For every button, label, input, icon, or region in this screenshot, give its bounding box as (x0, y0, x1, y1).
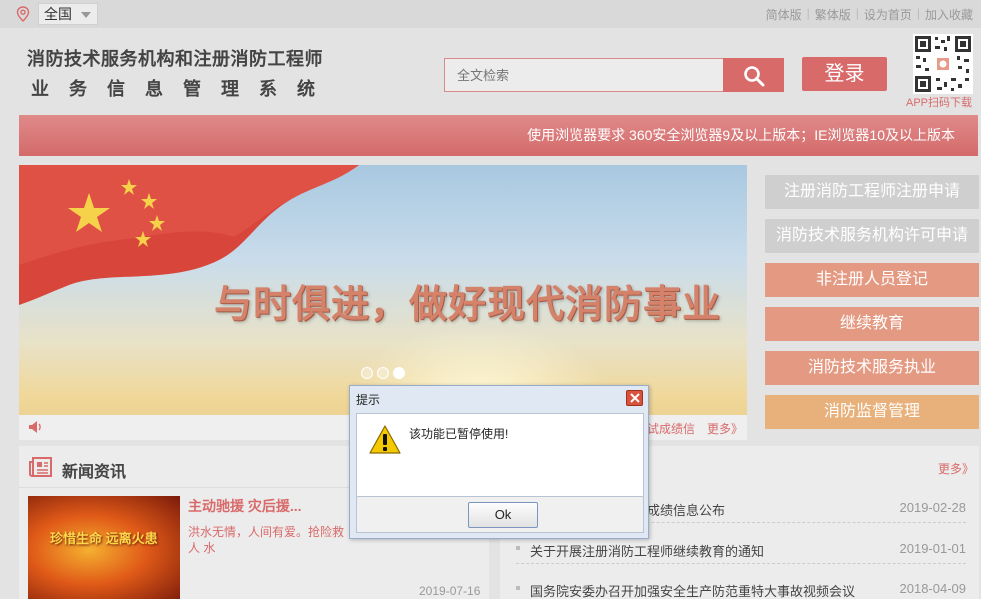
nonregistered-registration-button[interactable]: 非注册人员登记 (765, 263, 979, 297)
carousel-dot[interactable] (377, 367, 389, 379)
region-select-value: 全国 (44, 6, 72, 22)
warning-icon (369, 425, 401, 454)
speaker-icon (29, 421, 41, 433)
news-date: 2019-07-16 (419, 584, 481, 598)
carousel-dots (361, 367, 405, 379)
chevron-down-icon (81, 12, 91, 18)
bullet-icon (516, 586, 520, 590)
announcement-date: 2018-04-09 (899, 581, 967, 596)
ok-button[interactable]: Ok (468, 502, 538, 528)
agency-license-button[interactable]: 消防技术服务机构许可申请 (765, 219, 979, 253)
browser-notice: 使用浏览器要求 360安全浏览器9及以上版本；IE浏览器10及以上版本 (19, 115, 978, 156)
news-thumbnail[interactable]: 珍惜生命 远离火患 (28, 496, 180, 599)
login-button[interactable]: 登录 (802, 57, 887, 91)
search-button[interactable] (723, 58, 784, 92)
service-practice-button[interactable]: 消防技术服务执业 (765, 351, 979, 385)
divider: | (806, 6, 810, 20)
set-homepage-link[interactable]: 设为首页 (864, 6, 912, 23)
bullet-icon (516, 546, 520, 550)
search-icon (744, 66, 765, 87)
carousel-dot-active[interactable] (393, 367, 405, 379)
ticker-more-link[interactable]: 更多》 (707, 420, 743, 437)
region-select[interactable]: 全国 (38, 3, 98, 25)
divider: | (855, 6, 859, 20)
announcement-title[interactable]: 国务院安委办召开加强安全生产防范重特大事故视频会议 (530, 581, 855, 599)
search-input[interactable] (444, 58, 724, 92)
site-title-line1: 消防技术服务机构和注册消防工程师 (27, 49, 323, 69)
site-title-line2: 业务信息管理系统 (31, 79, 335, 99)
announcement-title[interactable]: 关于开展注册消防工程师继续教育的通知 (530, 541, 764, 560)
carousel-dot[interactable] (361, 367, 373, 379)
announcement-date: 2019-01-01 (899, 541, 967, 556)
engineer-registration-button[interactable]: 注册消防工程师注册申请 (765, 175, 979, 209)
divider: | (916, 6, 920, 20)
supervision-management-button[interactable]: 消防监督管理 (765, 395, 979, 429)
newspaper-icon (29, 457, 52, 477)
continuing-education-button[interactable]: 继续教育 (765, 307, 979, 341)
dialog-title: 提示 (356, 393, 381, 407)
thumbnail-text: 珍惜生命 远离火患 (50, 531, 158, 546)
news-headline-link[interactable]: 主动驰援 灾后援... (188, 496, 302, 516)
add-favorite-link[interactable]: 加入收藏 (925, 6, 973, 23)
banner-slogan: 与时俱进，做好现代消防事业 (214, 282, 722, 326)
announcement-more-link[interactable]: 更多》 (938, 460, 974, 477)
close-button[interactable] (626, 390, 643, 406)
announcement-date: 2019-02-28 (899, 500, 967, 515)
alert-dialog: 提示 该功能已暂停使用! Ok (349, 385, 649, 539)
dialog-footer: Ok (356, 497, 644, 533)
list-item: 国务院安委办召开加强安全生产防范重特大事故视频会议 2018-04-09 (516, 574, 966, 599)
qr-code-icon (913, 34, 973, 94)
traditional-link[interactable]: 繁体版 (815, 6, 851, 23)
simplified-link[interactable]: 简体版 (766, 6, 802, 23)
ticker-text[interactable]: 试成绩信 (647, 420, 695, 437)
location-pin-icon (16, 6, 30, 22)
qr-label: APP扫码下载 (906, 97, 973, 109)
top-links: 简体版 | 繁体版 | 设为首页 | 加入收藏 (766, 6, 973, 23)
top-bar: 全国 简体版 | 繁体版 | 设为首页 | 加入收藏 (0, 0, 981, 28)
dialog-message: 该功能已暂停使用! (409, 427, 509, 441)
news-summary: 洪水无情，人间有爱。抢险救人 水 (188, 525, 345, 555)
dialog-body: 该功能已暂停使用! (356, 413, 644, 497)
close-icon (630, 393, 640, 403)
news-section-title: 新闻资讯 (62, 464, 127, 481)
